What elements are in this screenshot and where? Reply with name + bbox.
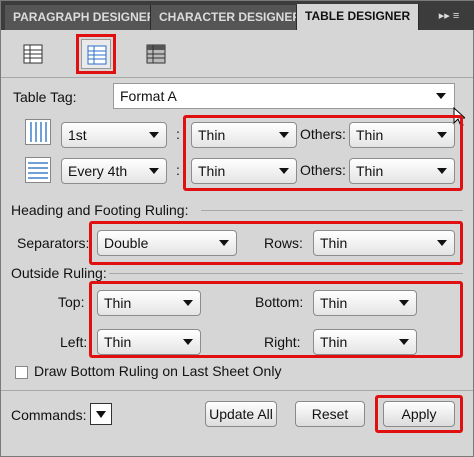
chevron-down-icon — [399, 300, 409, 306]
outside-ruling-section-title: Outside Ruling: — [11, 265, 107, 281]
apply-button[interactable]: Apply — [383, 401, 455, 427]
column-ruling-dropdown[interactable]: Thin — [191, 122, 297, 148]
bottom-ruling-value: Thin — [320, 295, 348, 311]
top-label: Top: — [58, 294, 85, 310]
rows-label: Rows: — [264, 235, 303, 251]
left-ruling-value: Thin — [104, 334, 132, 350]
tab-table-designer[interactable]: TABLE DESIGNER — [297, 4, 419, 30]
table-basic-properties-icon[interactable] — [18, 39, 48, 69]
chevron-down-icon — [437, 168, 447, 174]
separators-value: Double — [104, 235, 149, 251]
right-ruling-value: Thin — [320, 334, 348, 350]
chevron-down-icon — [279, 132, 289, 138]
table-tag-value: Format A — [120, 88, 177, 104]
chevron-down-icon — [183, 300, 193, 306]
table-tag-dropdown[interactable]: Format A — [113, 83, 455, 109]
top-ruling-dropdown[interactable]: Thin — [97, 290, 201, 316]
draw-bottom-ruling-label: Draw Bottom Ruling on Last Sheet Only — [34, 363, 282, 379]
commands-label: Commands: — [11, 407, 87, 423]
chevron-down-icon — [183, 339, 193, 345]
chevron-down-icon — [96, 411, 106, 418]
divider — [201, 210, 463, 211]
right-ruling-dropdown[interactable]: Thin — [313, 329, 417, 355]
row-others-value: Thin — [356, 163, 384, 179]
table-designer-panel: PARAGRAPH DESIGNER CHARACTER DESIGNER TA… — [0, 0, 474, 457]
commands-menu-button[interactable] — [90, 403, 112, 425]
colon: : — [176, 162, 180, 178]
row-others-dropdown[interactable]: Thin — [349, 158, 455, 184]
chevron-down-icon — [279, 168, 289, 174]
rows-dropdown[interactable]: Thin — [313, 230, 455, 256]
chevron-down-icon — [436, 93, 446, 99]
row-ruling-value: Thin — [198, 163, 226, 179]
chevron-down-icon — [437, 132, 447, 138]
rows-value: Thin — [320, 235, 348, 251]
bottom-label: Bottom: — [255, 294, 304, 310]
left-label: Left: — [60, 334, 88, 350]
table-shading-properties-icon[interactable] — [141, 39, 171, 69]
top-ruling-value: Thin — [104, 295, 132, 311]
table-tag-label: Table Tag: — [13, 89, 77, 105]
colon: : — [176, 126, 180, 142]
column-others-value: Thin — [356, 127, 384, 143]
column-ruling-icon — [25, 119, 51, 145]
table-ruling-properties-icon[interactable] — [76, 34, 116, 74]
column-others-dropdown[interactable]: Thin — [349, 122, 455, 148]
tab-paragraph-designer[interactable]: PARAGRAPH DESIGNER — [5, 5, 151, 30]
chevron-down-icon — [219, 240, 229, 246]
right-label: Right: — [264, 334, 301, 350]
panel-menu-icon[interactable]: ▸▸ ≡ — [427, 5, 471, 27]
row-ruling-icon — [25, 157, 51, 183]
tab-character-designer[interactable]: CHARACTER DESIGNER — [151, 5, 297, 30]
column-others-label: Others: — [300, 126, 346, 142]
column-selector-value: 1st — [68, 127, 87, 143]
reset-button[interactable]: Reset — [295, 401, 365, 427]
row-selector-value: Every 4th — [68, 163, 128, 179]
chevron-down-icon — [399, 339, 409, 345]
chevron-down-icon — [149, 132, 159, 138]
divider — [1, 390, 473, 391]
divider — [1, 77, 473, 78]
heading-footing-section-title: Heading and Footing Ruling: — [11, 202, 189, 218]
draw-bottom-ruling-checkbox[interactable] — [15, 366, 28, 379]
bottom-ruling-dropdown[interactable]: Thin — [313, 290, 417, 316]
separators-dropdown[interactable]: Double — [97, 230, 237, 256]
column-ruling-value: Thin — [198, 127, 226, 143]
chevron-down-icon — [149, 168, 159, 174]
row-others-label: Others: — [300, 162, 346, 178]
separators-label: Separators: — [17, 235, 90, 251]
row-selector-dropdown[interactable]: Every 4th — [61, 158, 167, 184]
chevron-down-icon — [437, 240, 447, 246]
column-selector-dropdown[interactable]: 1st — [61, 122, 167, 148]
divider — [109, 273, 463, 274]
left-ruling-dropdown[interactable]: Thin — [97, 329, 201, 355]
update-all-button[interactable]: Update All — [205, 401, 277, 427]
tab-bar: PARAGRAPH DESIGNER CHARACTER DESIGNER TA… — [1, 1, 474, 30]
row-ruling-dropdown[interactable]: Thin — [191, 158, 297, 184]
